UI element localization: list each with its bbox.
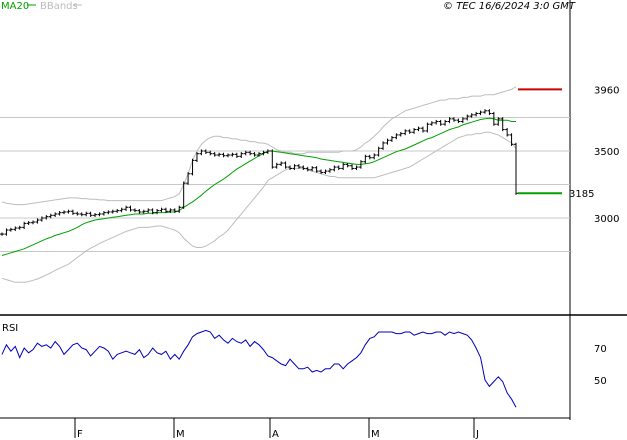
copyright: © TEC 16/6/2024 3:0 GMT: [443, 1, 576, 12]
rsi-tick-label: 70: [594, 344, 607, 355]
month-label: F: [77, 429, 83, 440]
rsi-grid: 50 70: [594, 344, 607, 387]
bband-upper: [1, 86, 517, 206]
resistance-label: 3960: [594, 85, 619, 96]
legend-ma20: MA20: [1, 1, 29, 12]
ma20-path: [1, 117, 516, 256]
legend-bbands: BBands: [40, 1, 78, 12]
month-label: A: [272, 429, 279, 440]
month-label: J: [475, 429, 479, 440]
stock-chart: 3000 3500 3960 3185 50 70 F M A M J MA20 BBands…: [0, 0, 627, 440]
rsi-tick-label: 50: [594, 376, 607, 387]
month-label: M: [371, 429, 380, 440]
rsi-title: RSI: [2, 323, 18, 334]
price-grid: 3000 3500: [0, 117, 619, 252]
ma20-line: [1, 117, 516, 256]
rsi-path: [1, 329, 517, 408]
price-tick-label: 3500: [594, 147, 619, 158]
axes: FMAMJ: [74, 418, 479, 440]
price-tick-label: 3000: [594, 214, 619, 225]
support-label: 3185: [569, 189, 594, 200]
rsi-line: [1, 329, 517, 408]
price-bars: [0, 109, 518, 236]
price-levels: 3960 3185: [518, 85, 619, 200]
month-label: M: [176, 429, 185, 440]
